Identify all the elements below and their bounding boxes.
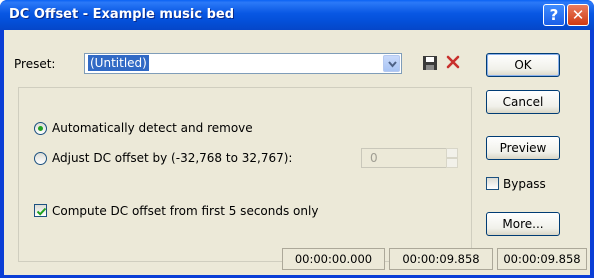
delete-icon[interactable] — [445, 54, 461, 70]
compute-first-checkbox[interactable] — [34, 204, 47, 217]
checkmark-icon — [36, 207, 47, 216]
preset-dropdown[interactable]: (Untitled) — [84, 53, 402, 74]
auto-detect-radio[interactable] — [34, 122, 47, 135]
dc-offset-value: 0 — [370, 151, 378, 165]
bypass-checkbox[interactable] — [486, 177, 499, 190]
ok-button[interactable]: OK — [486, 53, 560, 77]
spin-up-button[interactable] — [446, 148, 458, 158]
cancel-button[interactable]: Cancel — [486, 90, 560, 114]
adjust-offset-label[interactable]: Adjust DC offset by (-32,768 to 32,767): — [52, 151, 292, 165]
radio-selected-dot — [38, 126, 43, 131]
adjust-offset-radio[interactable] — [34, 152, 47, 165]
spin-down-button[interactable] — [446, 158, 458, 168]
window-title: DC Offset - Example music bed — [9, 7, 234, 22]
status-end-time: 00:00:09.858 — [389, 248, 493, 270]
close-button[interactable]: ✕ — [567, 4, 589, 26]
dc-offset-input[interactable]: 0 — [361, 148, 457, 168]
status-length: 00:00:09.858 — [497, 248, 587, 270]
preset-value[interactable]: (Untitled) — [88, 55, 149, 71]
preset-dropdown-arrow[interactable] — [383, 55, 400, 72]
auto-detect-label[interactable]: Automatically detect and remove — [52, 121, 253, 135]
save-icon[interactable] — [422, 55, 438, 71]
bypass-label[interactable]: Bypass — [503, 177, 546, 191]
compute-first-label[interactable]: Compute DC offset from first 5 seconds o… — [52, 204, 318, 218]
preset-label: Preset: — [14, 57, 56, 71]
chevron-down-icon — [388, 61, 397, 68]
help-button[interactable]: ? — [543, 4, 565, 26]
title-bar[interactable]: DC Offset - Example music bed ? ✕ — [0, 0, 594, 30]
more-button[interactable]: More... — [486, 212, 560, 236]
dialog-window: DC Offset - Example music bed ? ✕ Preset… — [0, 0, 594, 278]
status-start-time: 00:00:00.000 — [282, 248, 385, 270]
options-group — [18, 87, 472, 262]
dialog-body: Preset: (Untitled) OK Cancel Preview Byp… — [4, 30, 590, 275]
help-icon: ? — [549, 6, 559, 24]
close-icon: ✕ — [571, 6, 585, 24]
preview-button[interactable]: Preview — [486, 136, 560, 160]
